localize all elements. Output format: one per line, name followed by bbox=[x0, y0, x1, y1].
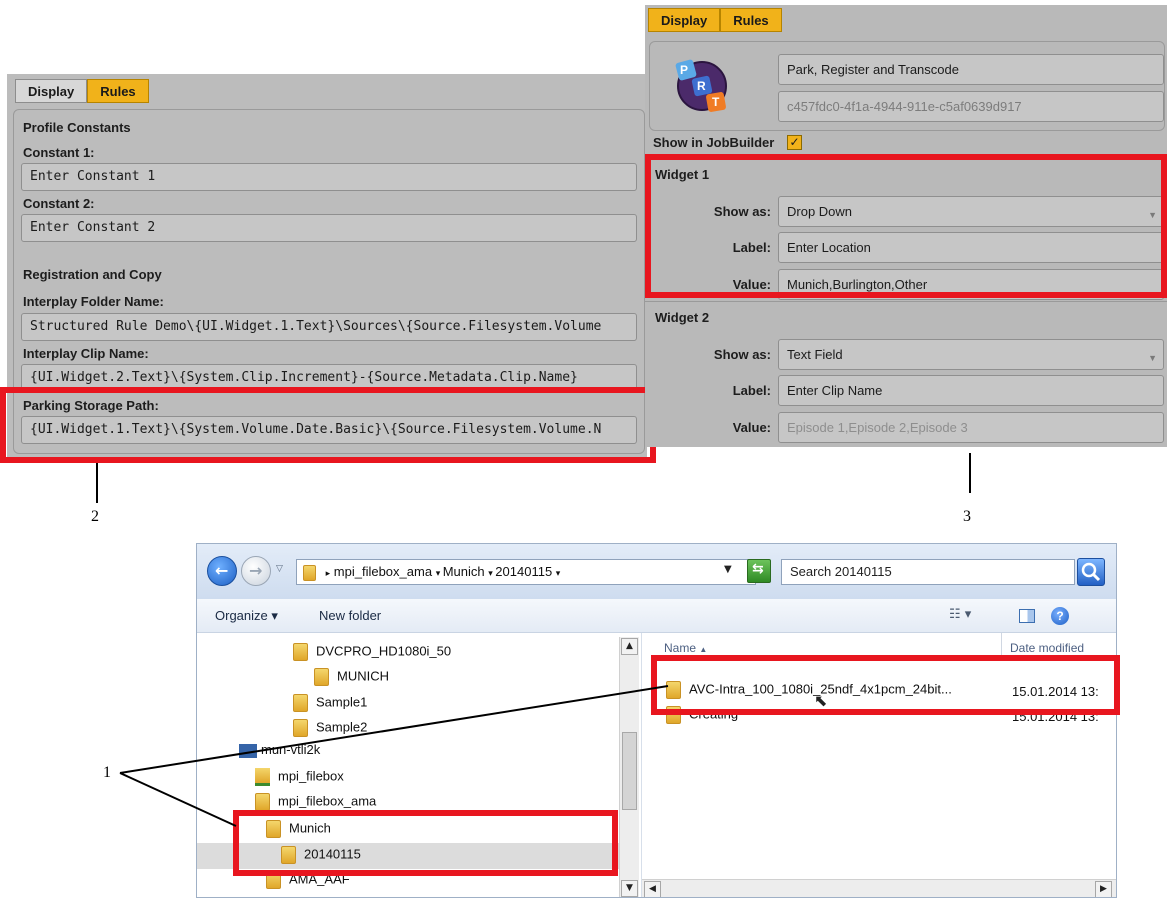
callout-lines-1 bbox=[119, 685, 669, 827]
callout-1: 1 bbox=[103, 764, 111, 781]
